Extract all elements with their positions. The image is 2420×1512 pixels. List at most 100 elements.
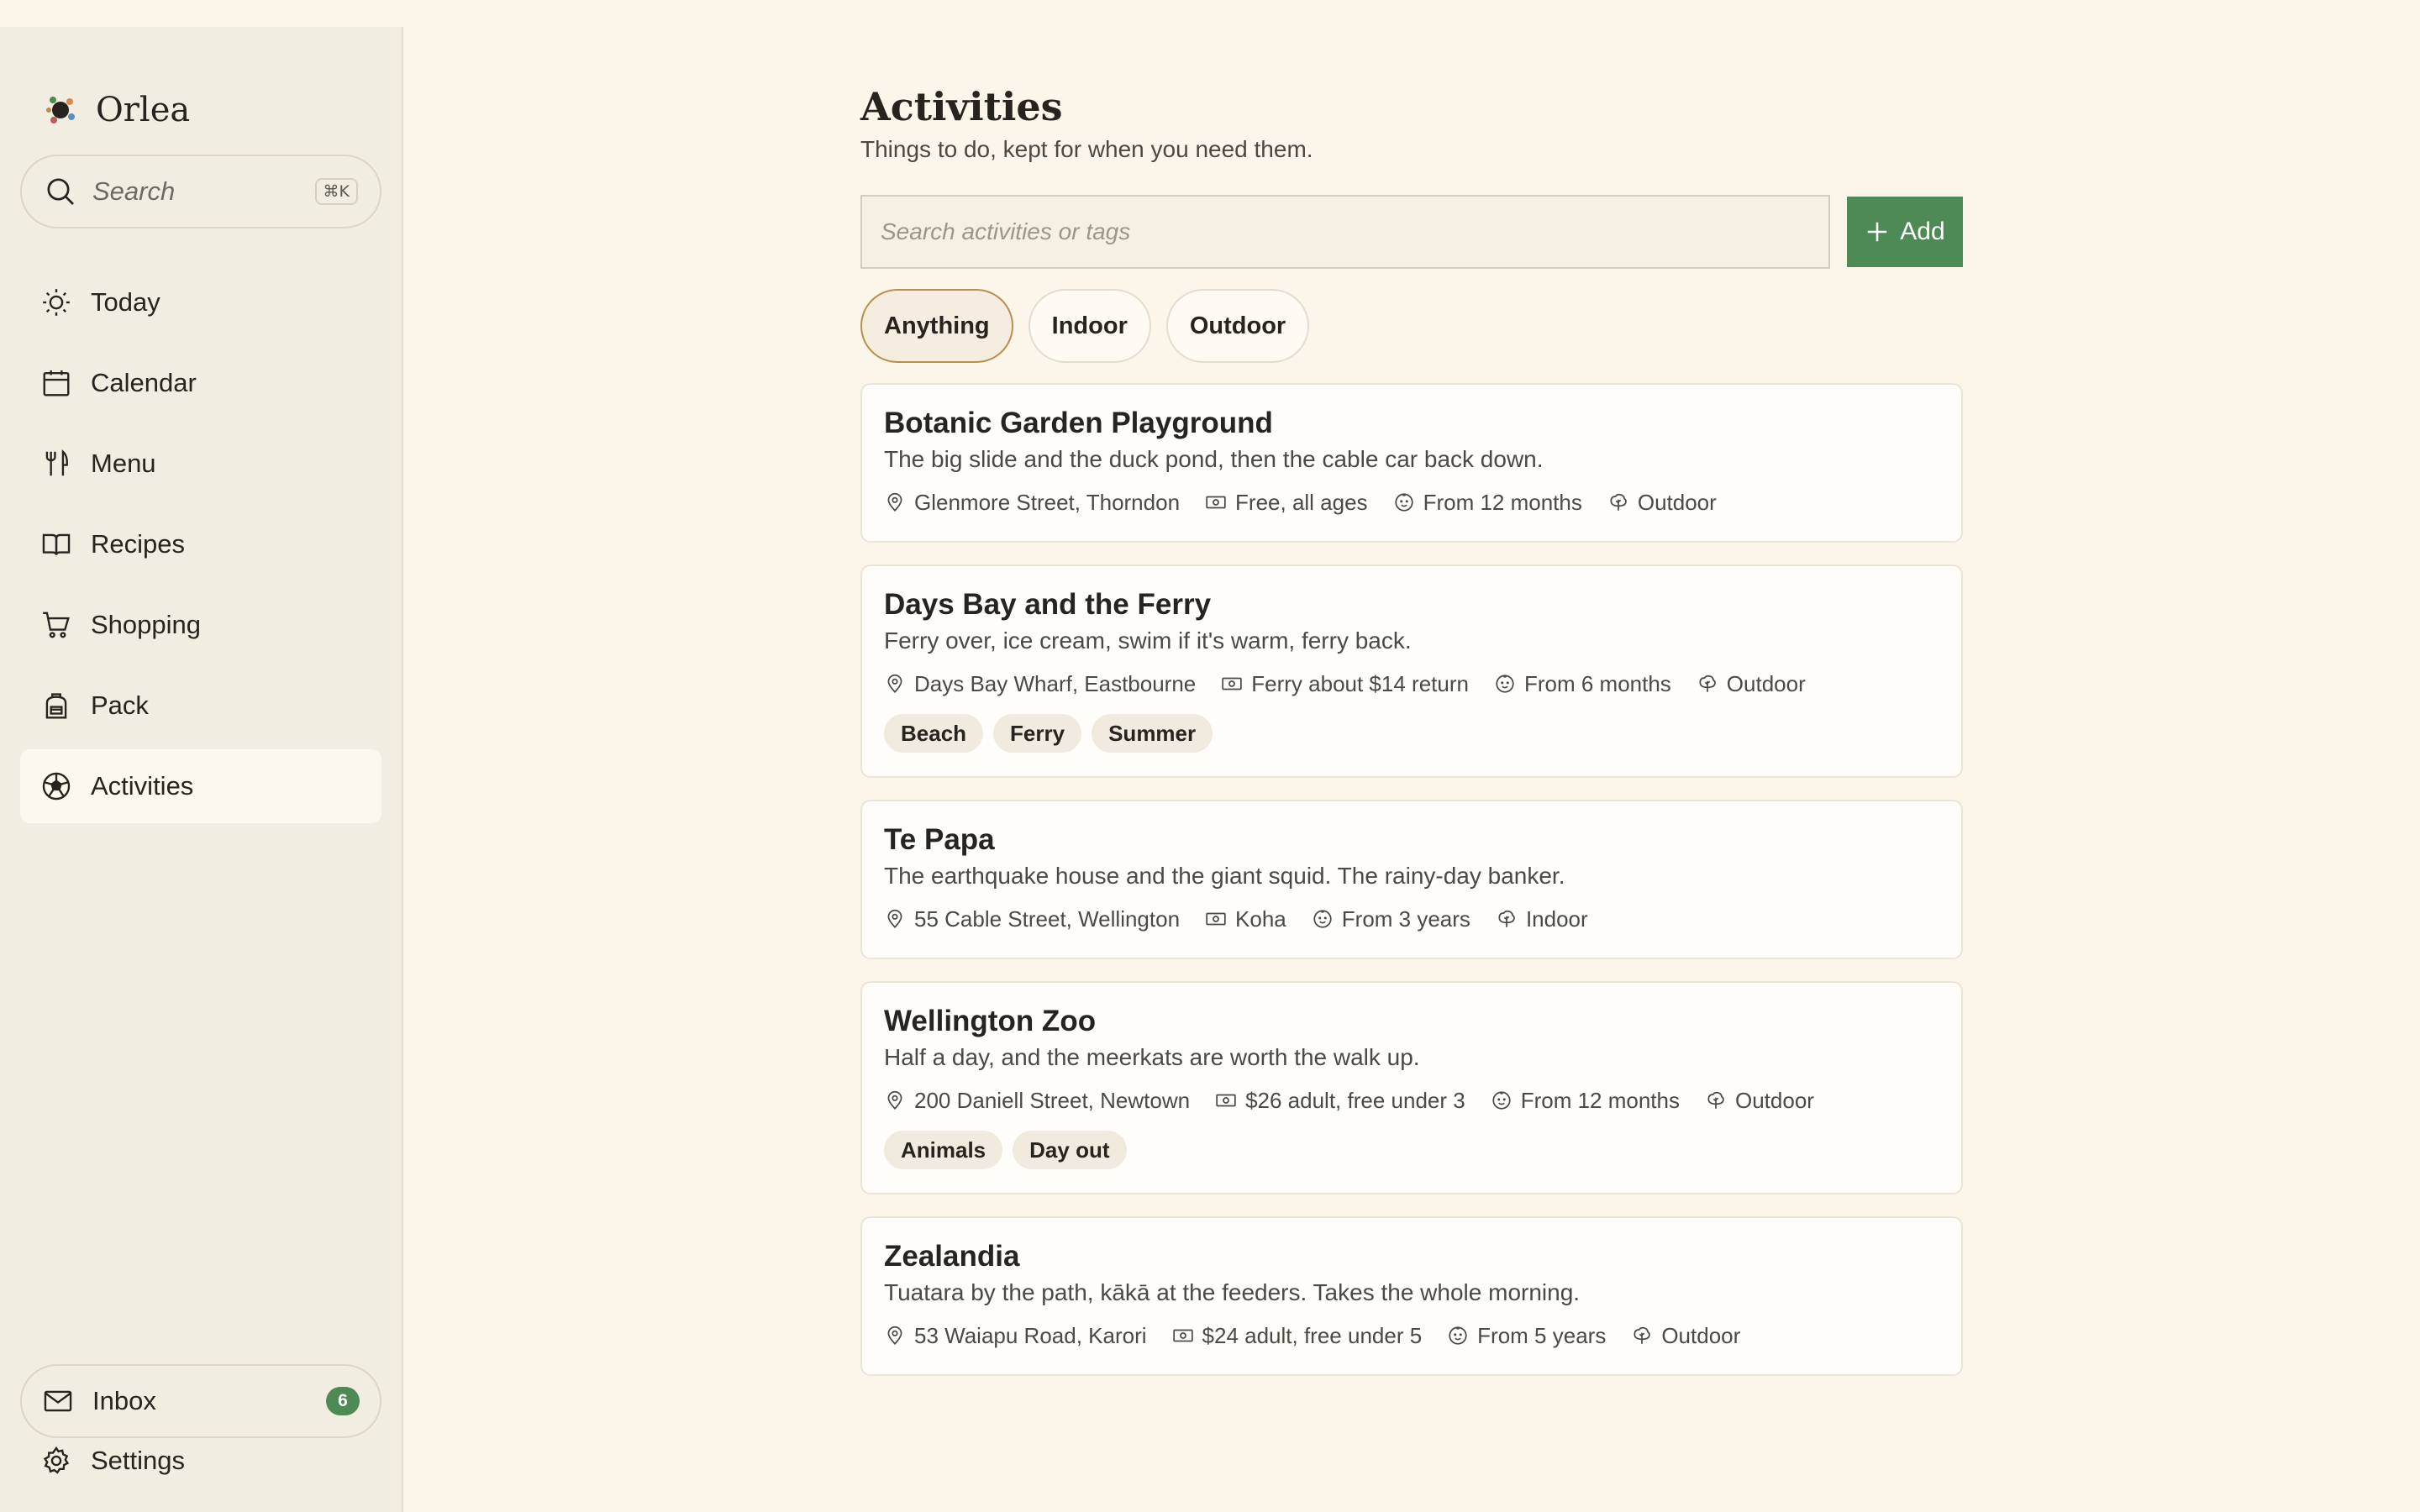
activity-card[interactable]: Zealandia Tuatara by the path, kākā at t… — [860, 1216, 1963, 1376]
filter-anything[interactable]: Anything — [860, 289, 1013, 363]
meta-setting: Indoor — [1496, 906, 1588, 932]
setting-text: Outdoor — [1637, 489, 1717, 515]
activity-meta: 55 Cable Street, Wellington Koha From 3 … — [884, 904, 1939, 934]
banknote-icon — [1206, 496, 1226, 509]
backpack-icon — [45, 693, 67, 719]
meta-age: From 5 years — [1447, 1323, 1606, 1349]
sidebar-nav: Today Calendar Menu Recipes Shopping Pac… — [20, 265, 381, 830]
activity-title: Te Papa — [884, 823, 995, 856]
filter-indoor[interactable]: Indoor — [1028, 289, 1151, 363]
meta-setting: Outdoor — [1607, 490, 1717, 516]
meta-setting: Outdoor — [1631, 1323, 1740, 1349]
meta-age: From 6 months — [1494, 671, 1671, 697]
meta-setting: Outdoor — [1697, 671, 1806, 697]
meta-cost: Koha — [1205, 906, 1286, 932]
setting-text: Indoor — [1525, 906, 1588, 932]
orlea-logo-icon — [46, 97, 75, 123]
location-text: Glenmore Street, Thorndon — [914, 489, 1181, 515]
tag-ferry[interactable]: Ferry — [993, 714, 1082, 753]
sidebar-item-today[interactable]: Today — [20, 265, 381, 339]
brand[interactable]: Orlea — [42, 91, 190, 129]
activity-description: Tuatara by the path, kākā at the feeders… — [884, 1279, 1581, 1305]
tree-icon — [1610, 493, 1627, 511]
sidebar-item-calendar[interactable]: Calendar — [20, 346, 381, 420]
filter-pills: Anything Indoor Outdoor — [860, 289, 1324, 363]
baby-face-icon — [1449, 1326, 1467, 1345]
sidebar-search[interactable]: Search ⌘K — [20, 155, 381, 228]
page-subtitle: Things to do, kept for when you need the… — [860, 136, 1313, 162]
sun-icon — [43, 289, 70, 316]
sidebar-item-label: Recipes — [91, 529, 185, 559]
sidebar-item-label: Today — [91, 287, 160, 317]
search-icon — [47, 178, 74, 205]
activity-card[interactable]: Wellington Zoo Half a day, and the meerk… — [860, 981, 1963, 1194]
add-activity-button[interactable]: Add — [1847, 197, 1963, 267]
activity-tags: Beach Ferry Summer — [884, 714, 1939, 753]
sidebar-item-menu[interactable]: Menu — [20, 427, 381, 501]
card-spacer — [884, 753, 1939, 776]
sidebar-item-label: Activities — [91, 771, 194, 801]
setting-text: Outdoor — [1661, 1322, 1741, 1348]
sidebar-item-recipes[interactable]: Recipes — [20, 507, 381, 581]
inbox-label: Inbox — [92, 1386, 156, 1415]
meta-cost: Free, all ages — [1205, 490, 1368, 516]
tree-icon — [1634, 1326, 1651, 1344]
activity-list: Botanic Garden Playground The big slide … — [860, 383, 1963, 1398]
plus-icon — [1868, 222, 1887, 242]
page-title: Activities — [860, 84, 1063, 129]
utensils-icon — [45, 449, 68, 476]
map-pin-icon — [887, 674, 902, 694]
tag-summer[interactable]: Summer — [1092, 714, 1213, 753]
baby-face-icon — [1313, 910, 1332, 928]
tree-icon — [1699, 675, 1716, 692]
tag-day-out[interactable]: Day out — [1013, 1131, 1127, 1169]
tree-icon — [1498, 910, 1515, 927]
sidebar-item-pack[interactable]: Pack — [20, 669, 381, 743]
banknote-icon — [1206, 912, 1226, 926]
activity-card[interactable]: Botanic Garden Playground The big slide … — [860, 383, 1963, 543]
meta-location: Days Bay Wharf, Eastbourne — [884, 671, 1196, 697]
banknote-icon — [1222, 677, 1242, 690]
meta-age: From 12 months — [1393, 490, 1582, 516]
activity-search-input[interactable] — [881, 218, 1810, 245]
cost-text: Ferry about $14 return — [1251, 670, 1469, 696]
activity-description: The earthquake house and the giant squid… — [884, 863, 1565, 889]
activity-card[interactable]: Days Bay and the Ferry Ferry over, ice c… — [860, 564, 1963, 778]
inbox-count-badge: 6 — [326, 1387, 360, 1415]
activity-search[interactable] — [860, 195, 1830, 269]
baby-face-icon — [1394, 493, 1413, 512]
sidebar-item-inbox[interactable]: Inbox 6 — [20, 1364, 381, 1438]
setting-text: Outdoor — [1735, 1087, 1814, 1113]
banknote-icon — [1172, 1329, 1193, 1342]
tag-beach[interactable]: Beach — [884, 714, 984, 753]
meta-location: Glenmore Street, Thorndon — [884, 490, 1180, 516]
sidebar-item-shopping[interactable]: Shopping — [20, 588, 381, 662]
tree-icon — [1707, 1091, 1724, 1109]
activity-card[interactable]: Te Papa The earthquake house and the gia… — [860, 800, 1963, 959]
sidebar-item-activities[interactable]: Activities — [20, 749, 381, 823]
sidebar-item-label: Shopping — [91, 610, 202, 639]
mail-icon — [44, 1390, 72, 1412]
meta-age: From 3 years — [1312, 906, 1470, 932]
meta-age: From 12 months — [1491, 1088, 1680, 1114]
card-spacer — [884, 934, 1939, 958]
age-text: From 5 years — [1477, 1322, 1607, 1348]
age-text: From 12 months — [1423, 489, 1582, 515]
activity-title: Zealandia — [884, 1240, 1020, 1273]
activity-meta: Glenmore Street, Thorndon Free, all ages… — [884, 487, 1939, 517]
sidebar-item-settings[interactable]: Settings — [40, 1445, 185, 1477]
activity-description: The big slide and the duck pond, then th… — [884, 446, 1544, 472]
location-text: 55 Cable Street, Wellington — [914, 906, 1181, 932]
meta-cost: $26 adult, free under 3 — [1215, 1088, 1465, 1114]
cost-text: Koha — [1235, 906, 1286, 932]
cost-text: Free, all ages — [1235, 489, 1368, 515]
cart-icon — [43, 612, 70, 638]
activity-title: Wellington Zoo — [884, 1005, 1097, 1037]
sidebar-search-label: Search — [92, 176, 176, 206]
meta-cost: Ferry about $14 return — [1221, 671, 1469, 697]
filter-outdoor[interactable]: Outdoor — [1165, 289, 1310, 363]
activity-meta: 53 Waiapu Road, Karori $24 adult, free u… — [884, 1320, 1939, 1351]
ball-icon — [42, 772, 71, 801]
card-spacer — [884, 1351, 1939, 1374]
tag-animals[interactable]: Animals — [884, 1131, 1003, 1169]
